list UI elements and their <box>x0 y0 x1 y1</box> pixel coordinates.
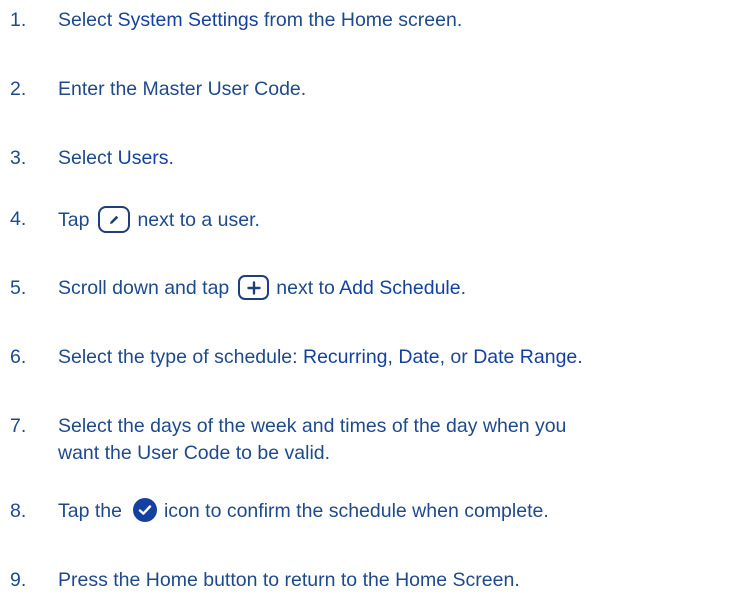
step-text: Tap the icon to confirm the schedule when… <box>58 498 549 524</box>
step-text-line-2: want the User Code to be valid. <box>58 442 331 464</box>
step-number: 4. <box>10 208 27 230</box>
step-text: Select System Settings from the Home scr… <box>58 7 462 33</box>
step-number: 5. <box>10 277 27 299</box>
users-highlight: Users <box>117 147 169 169</box>
step-text-mid: next to <box>276 277 340 299</box>
step-text: Enter the Master User Code. <box>58 78 307 100</box>
step-text-post: . <box>460 277 467 299</box>
check-circle-icon <box>132 498 157 522</box>
instruction-steps: 1. Select System Settings from the Home … <box>0 0 751 594</box>
system-settings-highlight: System Settings <box>117 9 259 31</box>
step-text-sep: , or <box>439 346 474 368</box>
step-number: 3. <box>10 147 27 169</box>
recurring-highlight: Recurring <box>303 346 388 368</box>
date-range-highlight: Date Range. <box>473 346 583 368</box>
date-highlight: Date <box>398 346 440 368</box>
step-text-post: from the Home screen. <box>258 9 463 31</box>
step-text-pre: Tap <box>58 209 90 231</box>
plus-icon <box>238 275 270 300</box>
step-text-pre: Select the type of schedule: <box>58 346 303 368</box>
step-7: 7. Select the days of the week and times… <box>0 413 751 466</box>
step-text-post: next to a user. <box>137 209 260 231</box>
step-text-pre: Scroll down and tap <box>58 277 230 299</box>
step-number: 7. <box>10 415 27 437</box>
step-number: 2. <box>10 78 27 100</box>
step-number: 1. <box>10 9 27 31</box>
step-number: 8. <box>10 500 27 522</box>
step-text: Tap next to a user. <box>58 206 260 233</box>
step-text-pre: Select <box>58 147 118 169</box>
step-number: 9. <box>10 569 27 591</box>
step-text: Scroll down and tap next to Add Schedule. <box>58 275 466 301</box>
step-text-post: . <box>168 147 174 169</box>
step-text-line-1: Select the days of the week and times of… <box>58 415 567 437</box>
step-text: Select the type of schedule: Recurring , … <box>58 344 583 370</box>
step-text-pre: Select <box>58 9 118 31</box>
add-schedule-highlight: Add Schedule <box>339 277 461 299</box>
step-text-pre: Tap the <box>58 500 122 522</box>
step-text: Select Users. <box>58 145 174 171</box>
pencil-icon <box>98 206 131 233</box>
step-text-post: icon to confirm the schedule when comple… <box>163 500 549 522</box>
step-number: 6. <box>10 346 27 368</box>
step-text: Press the Home button to return to the H… <box>58 569 520 591</box>
step-text-sep: , <box>387 346 399 368</box>
